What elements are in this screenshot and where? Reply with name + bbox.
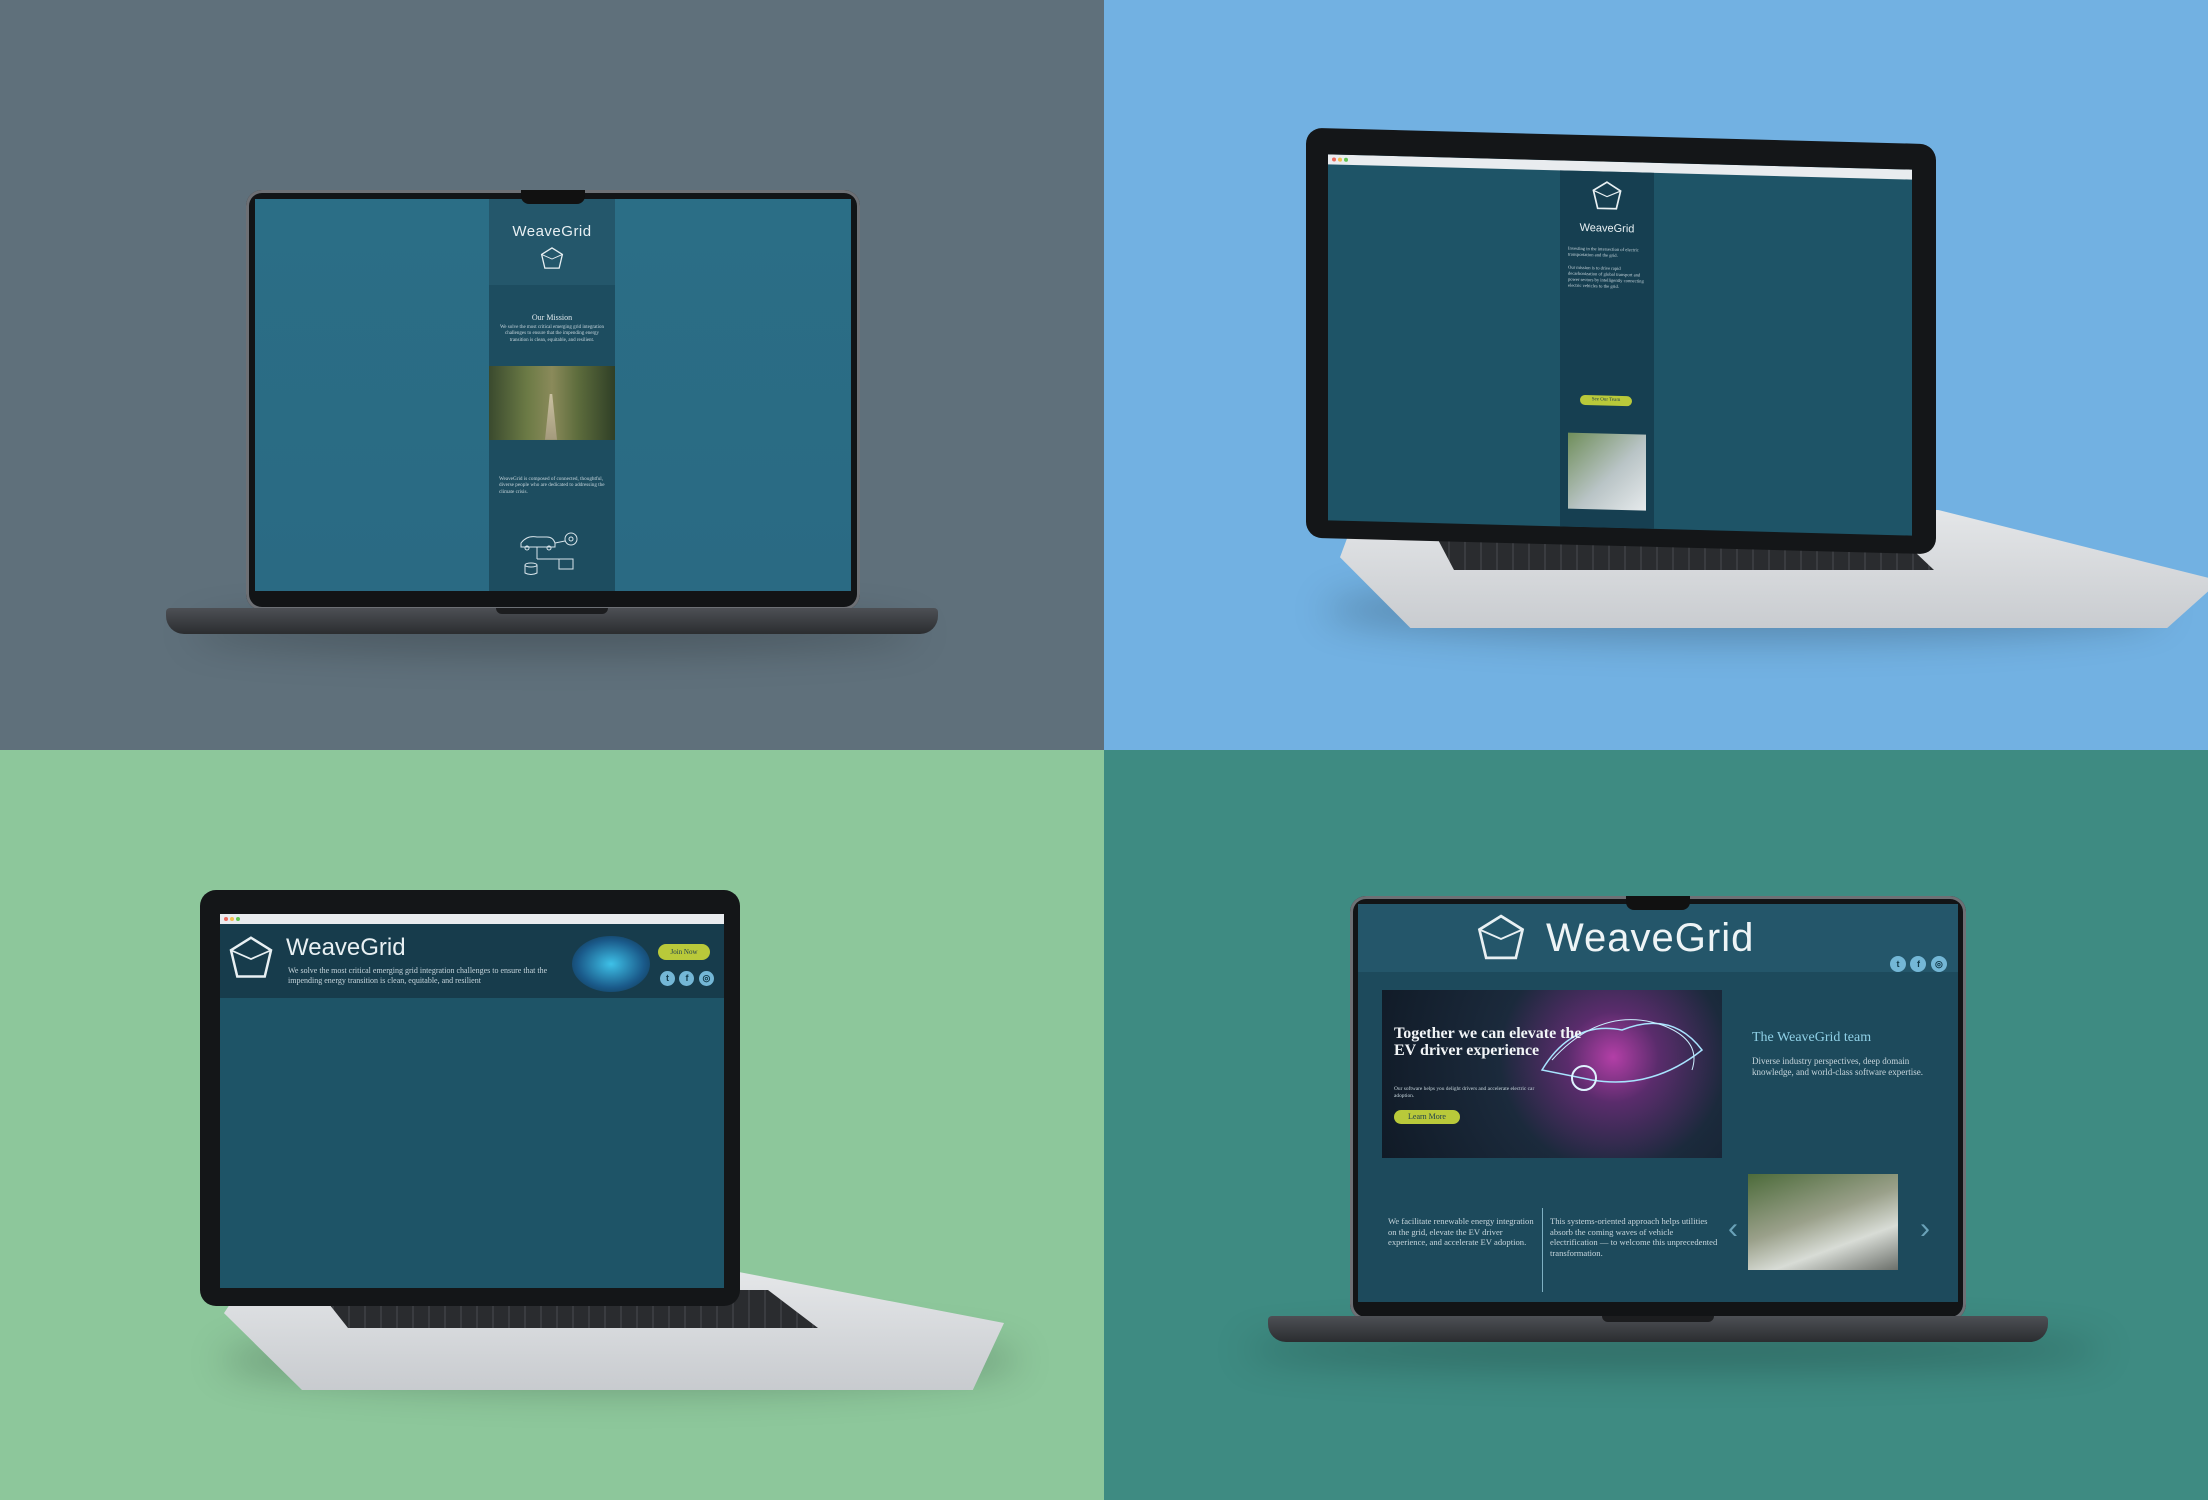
instagram-icon[interactable]: ◎: [698, 971, 714, 986]
mobile-site-column: WeaveGrid Investing in the intersection …: [1560, 170, 1654, 529]
column-one-text: We facilitate renewable energy integrati…: [1388, 1216, 1534, 1248]
carousel-next-icon[interactable]: ›: [1920, 1214, 1930, 1244]
maximize-window-icon[interactable]: [236, 917, 240, 921]
carousel-prev-icon[interactable]: ‹: [1728, 1214, 1738, 1244]
camera-notch: [521, 190, 585, 204]
brand-name: WeaveGrid: [512, 223, 592, 240]
brand-name: WeaveGrid: [1546, 916, 1755, 960]
mobile-site-column: WeaveGrid Our Mission We solve the most …: [489, 199, 615, 591]
mission-section: Our Mission We solve the most critical e…: [489, 285, 615, 344]
learn-more-button[interactable]: Learn More: [1394, 1110, 1460, 1124]
laptop-screen: WeaveGrid Investing in the intersection …: [1328, 154, 1912, 536]
facebook-icon[interactable]: f: [1910, 956, 1927, 972]
grid-network-icon: [520, 532, 578, 575]
laptop-screen: WeaveGrid We solve the most critical eme…: [220, 914, 724, 1288]
close-window-icon[interactable]: [224, 917, 228, 921]
minimize-window-icon[interactable]: [1338, 157, 1342, 162]
camera-notch: [1626, 896, 1690, 910]
mission-text: Our mission is to drive rapid decarboniz…: [1568, 265, 1644, 289]
laptop-screen: WeaveGrid Our Mission We solve the most …: [255, 199, 851, 591]
ev-charging-image: [1568, 432, 1646, 511]
facebook-icon[interactable]: f: [679, 971, 695, 986]
join-now-button[interactable]: Join Now: [658, 944, 710, 960]
minimize-window-icon[interactable]: [230, 917, 234, 921]
column-divider: [1542, 1208, 1543, 1292]
weavegrid-logo-icon: [229, 936, 273, 978]
mockup-panel-bottom-left: WeaveGrid We solve the most critical eme…: [0, 750, 1104, 1500]
team-text: WeaveGrid is composed of connected, thou…: [499, 475, 605, 495]
intro-text: Investing in the intersection of electri…: [1568, 245, 1639, 258]
twitter-icon[interactable]: t: [1890, 956, 1906, 972]
hero-subtitle: Our software helps you delight drivers a…: [1394, 1086, 1535, 1099]
social-links: t f ◎: [660, 968, 714, 986]
ev-charger-photo: [1748, 1174, 1898, 1270]
site-header: WeaveGrid t f ◎: [1358, 904, 1958, 972]
mockup-panel-top-right: WeaveGrid Investing in the intersection …: [1104, 0, 2208, 750]
weavegrid-logo-icon: [1477, 914, 1525, 960]
ev-car-image: [572, 936, 650, 992]
see-team-button[interactable]: See Our Team: [1580, 394, 1632, 407]
laptop-base: [166, 608, 938, 634]
tagline: We solve the most critical emerging grid…: [288, 966, 548, 985]
site-header: WeaveGrid: [489, 199, 615, 285]
site-header: WeaveGrid: [1560, 170, 1654, 235]
weavegrid-logo-icon: [540, 247, 564, 269]
mission-title: Our Mission: [531, 313, 573, 322]
brand-name: WeaveGrid: [286, 934, 406, 961]
laptop-lid: WeaveGrid Investing in the intersection …: [1306, 127, 1936, 555]
forest-road-image: [489, 365, 615, 440]
mission-text: We solve the most critical emerging grid…: [499, 325, 605, 343]
mockup-panel-bottom-right: WeaveGrid t f ◎ Together we can elevate …: [1104, 750, 2208, 1500]
close-window-icon[interactable]: [1332, 157, 1336, 162]
laptop-lid: WeaveGrid Our Mission We solve the most …: [246, 190, 860, 610]
site-header: WeaveGrid We solve the most critical eme…: [220, 924, 724, 998]
browser-toolbar: [220, 914, 724, 924]
laptop-lid: WeaveGrid t f ◎ Together we can elevate …: [1350, 896, 1966, 1320]
twitter-icon[interactable]: t: [660, 971, 675, 986]
column-two-text: This systems-oriented approach helps uti…: [1550, 1216, 1718, 1259]
hero-title: Together we can elevate the EV driver ex…: [1394, 1025, 1582, 1059]
laptop-lid: WeaveGrid We solve the most critical eme…: [200, 890, 740, 1306]
social-links: t f ◎: [1890, 954, 1947, 972]
instagram-icon[interactable]: ◎: [1930, 956, 1947, 972]
laptop-base: [1268, 1316, 2048, 1342]
team-text: Diverse industry perspectives, deep doma…: [1752, 1056, 1923, 1078]
maximize-window-icon[interactable]: [1344, 157, 1348, 162]
laptop-screen: WeaveGrid t f ◎ Together we can elevate …: [1358, 904, 1958, 1302]
weavegrid-logo-icon: [1592, 181, 1622, 210]
team-title: The WeaveGrid team: [1752, 1030, 1872, 1045]
hero-banner: Together we can elevate the EV driver ex…: [1382, 990, 1722, 1158]
mockup-panel-top-left: WeaveGrid Our Mission We solve the most …: [0, 0, 1104, 750]
